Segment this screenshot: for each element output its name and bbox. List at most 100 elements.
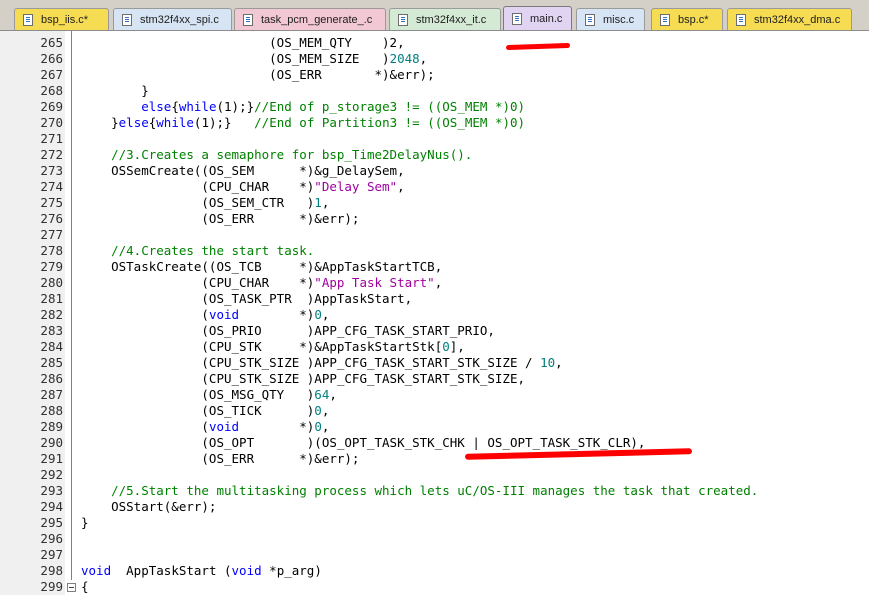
code-line[interactable]: 289 (void *)0, (0, 419, 869, 435)
code-line[interactable]: 287 (OS_MSG_QTY )64, (0, 387, 869, 403)
code-line[interactable]: 276 (OS_ERR *)&err); (0, 211, 869, 227)
c-file-icon (660, 13, 670, 26)
code-token: , (321, 307, 330, 322)
code-text: (OS_TICK )0, (81, 403, 329, 419)
line-number: 298 (40, 563, 63, 578)
code-line[interactable]: 284 (CPU_STK *)&AppTaskStartStk[0], (0, 339, 869, 355)
code-text: (OS_MSG_QTY )64, (81, 387, 336, 403)
code-text: (void *)0, (81, 419, 329, 435)
code-token: } (81, 115, 119, 130)
code-line[interactable]: 274 (CPU_CHAR *)"Delay Sem", (0, 179, 869, 195)
code-text: (CPU_CHAR *)"Delay Sem", (81, 179, 405, 195)
code-token: *p_arg) (261, 563, 322, 578)
tab-stm32f4xx-dma-c[interactable]: stm32f4xx_dma.c (727, 8, 852, 30)
code-line[interactable]: 285 (CPU_STK_SIZE )APP_CFG_TASK_START_ST… (0, 355, 869, 371)
code-text: else{while(1);}//End of p_storage3 != ((… (81, 99, 525, 115)
code-token: else (141, 99, 172, 114)
code-line[interactable]: 269 else{while(1);}//End of p_storage3 !… (0, 99, 869, 115)
code-line[interactable]: 279 OSTaskCreate((OS_TCB *)&AppTaskStart… (0, 259, 869, 275)
code-line[interactable]: 271 (0, 131, 869, 147)
code-text: (OS_MEM_QTY )2, (81, 35, 404, 51)
code-line[interactable]: 297 (0, 547, 869, 563)
code-token: (OS_MEM_SIZE ) (81, 51, 390, 66)
code-token: 1 (314, 195, 322, 210)
code-token: , (321, 195, 330, 210)
tab-label: stm32f4xx_it.c (416, 13, 487, 26)
tab-bsp-c[interactable]: bsp.c* (651, 8, 723, 30)
code-line[interactable]: 298 void AppTaskStart (void *p_arg) (0, 563, 869, 579)
code-text: { (81, 579, 89, 595)
line-number: 270 (40, 115, 63, 130)
code-text: (OS_ERR *)&err); (81, 211, 359, 227)
line-number: 286 (40, 371, 63, 386)
line-number: 273 (40, 163, 63, 178)
code-token: OSTaskCreate((OS_TCB *)&AppTaskStartTCB, (81, 259, 443, 274)
tab-bsp-iis-c[interactable]: bsp_iis.c* (14, 8, 109, 30)
tab-stm32f4xx-spi-c[interactable]: stm32f4xx_spi.c (113, 8, 232, 30)
line-number: 276 (40, 211, 63, 226)
code-line[interactable]: 296 (0, 531, 869, 547)
code-line[interactable]: 288 (OS_TICK )0, (0, 403, 869, 419)
code-token: (OS_ERR *)&err); (81, 451, 360, 466)
code-editor[interactable]: 265 (OS_MEM_QTY )2, 266 (OS_MEM_SIZE )204… (0, 35, 869, 595)
code-text: OSTaskCreate((OS_TCB *)&AppTaskStartTCB, (81, 259, 442, 275)
code-line[interactable]: 283 (OS_PRIO )APP_CFG_TASK_START_PRIO, (0, 323, 869, 339)
code-line[interactable]: 281 (OS_TASK_PTR )AppTaskStart, (0, 291, 869, 307)
code-line[interactable]: 295} (0, 515, 869, 531)
code-token: while (156, 115, 194, 130)
line-number: 287 (40, 387, 63, 402)
code-token: *) (239, 419, 315, 434)
line-number: 267 (40, 67, 63, 82)
code-token: void (208, 307, 240, 322)
code-line[interactable]: 272 //3.Creates a semaphore for bsp_Time… (0, 147, 869, 163)
line-number: 280 (40, 275, 63, 290)
code-token: , (555, 355, 563, 370)
code-text: void AppTaskStart (void *p_arg) (81, 563, 322, 579)
line-number: 279 (40, 259, 63, 274)
code-token: (CPU_CHAR *) (81, 179, 315, 194)
code-line[interactable]: 282 (void *)0, (0, 307, 869, 323)
code-token: OSStart(&err); (81, 499, 217, 514)
tab-label: bsp.c* (678, 13, 709, 26)
code-token: } (81, 515, 89, 530)
code-token: 10 (540, 355, 556, 370)
code-line[interactable]: 286 (CPU_STK_SIZE )APP_CFG_TASK_START_ST… (0, 371, 869, 387)
line-number: 266 (40, 51, 63, 66)
code-token: ( (81, 307, 209, 322)
tab-label: bsp_iis.c* (41, 13, 89, 26)
code-line[interactable]: 266 (OS_MEM_SIZE )2048, (0, 51, 869, 67)
code-token: { (171, 99, 179, 114)
code-text: }else{while(1);} //End of Partition3 != … (81, 115, 525, 131)
tab-task-pcm-generate-c[interactable]: task_pcm_generate_.c (234, 8, 386, 30)
code-line[interactable]: 293 //5.Start the multitasking process w… (0, 483, 869, 499)
code-line[interactable]: 265 (OS_MEM_QTY )2, (0, 35, 869, 51)
code-line[interactable]: 275 (OS_SEM_CTR )1, (0, 195, 869, 211)
code-text: (OS_MEM_SIZE )2048, (81, 51, 427, 67)
code-token: , (397, 179, 405, 194)
tab-main-c[interactable]: main.c (503, 6, 572, 30)
code-token: //4.Creates the start task. (81, 243, 315, 258)
code-line[interactable]: 290 (OS_OPT )(OS_OPT_TASK_STK_CHK | OS_O… (0, 435, 869, 451)
code-token: { (81, 579, 89, 594)
code-line[interactable]: 291 (OS_ERR *)&err); (0, 451, 869, 467)
code-line[interactable]: 273 OSSemCreate((OS_SEM *)&g_DelaySem, (0, 163, 869, 179)
code-line[interactable]: 292 (0, 467, 869, 483)
code-line[interactable]: 270 }else{while(1);} //End of Partition3… (0, 115, 869, 131)
code-line[interactable]: 277 (0, 227, 869, 243)
line-number: 295 (40, 515, 63, 530)
code-line[interactable]: 268 } (0, 83, 869, 99)
line-number: 284 (40, 339, 63, 354)
code-token: AppTaskStart ( (111, 563, 232, 578)
code-text: (OS_TASK_PTR )AppTaskStart, (81, 291, 412, 307)
code-line[interactable]: 294 OSStart(&err); (0, 499, 869, 515)
code-token: } (81, 83, 149, 98)
line-number: 271 (40, 131, 63, 146)
code-text: (CPU_STK *)&AppTaskStartStk[0], (81, 339, 464, 355)
code-line[interactable]: 278 //4.Creates the start task. (0, 243, 869, 259)
tab-label: misc.c (603, 13, 635, 26)
tab-stm32f4xx-it-c[interactable]: stm32f4xx_it.c (389, 8, 501, 30)
code-line[interactable]: 280 (CPU_CHAR *)"App Task Start", (0, 275, 869, 291)
tab-misc-c[interactable]: misc.c (576, 8, 645, 30)
code-line[interactable]: 267 (OS_ERR *)&err); (0, 67, 869, 83)
code-line[interactable]: 299 { (0, 579, 869, 595)
